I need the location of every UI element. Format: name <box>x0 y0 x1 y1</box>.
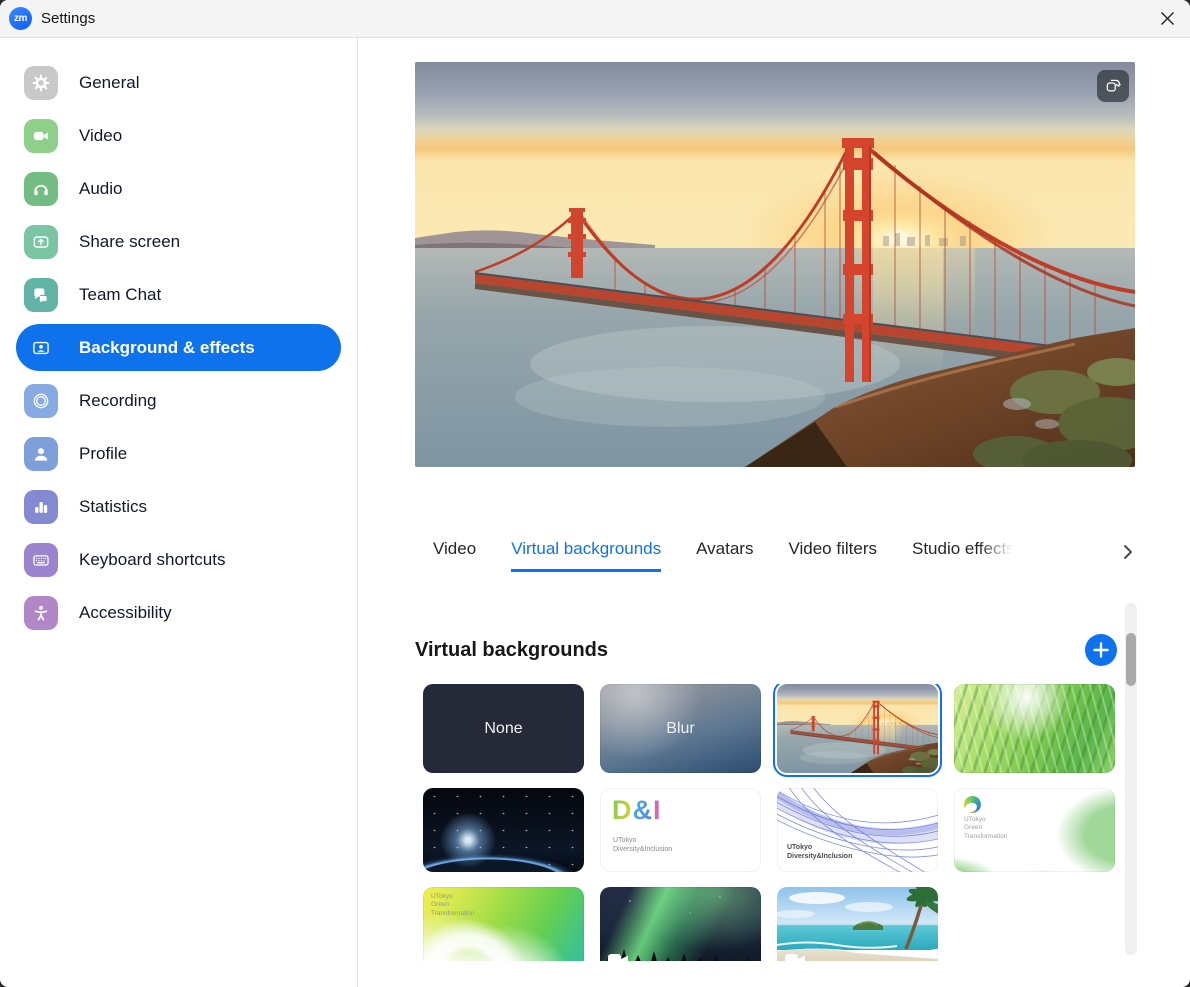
sidebar-item-recording[interactable]: Recording <box>16 377 341 424</box>
sidebar-item-label: Audio <box>79 179 122 199</box>
background-option-aurora[interactable] <box>600 887 761 961</box>
add-background-button[interactable] <box>1085 634 1117 666</box>
video-camera-icon <box>24 119 58 153</box>
sidebar-item-label: Statistics <box>79 497 147 517</box>
tab-video-filters[interactable]: Video filters <box>788 539 877 572</box>
sidebar-item-statistics[interactable]: Statistics <box>16 483 341 530</box>
tab-studio-effects[interactable]: Studio effects <box>912 539 1015 572</box>
video-background-badge-icon <box>785 953 806 961</box>
sidebar-item-label: Team Chat <box>79 285 161 305</box>
record-icon <box>24 384 58 418</box>
thumb-caption: UTokyo Green Transformation <box>964 816 1007 841</box>
sidebar-item-team-chat[interactable]: Team Chat <box>16 271 341 318</box>
backgrounds-scrollbar-thumb[interactable] <box>1126 633 1136 686</box>
thumb-label: None <box>423 684 584 773</box>
background-option-earth-from-space[interactable] <box>423 788 584 872</box>
tabs-overflow-button[interactable] <box>1117 541 1139 563</box>
backgrounds-grid-viewport: None Blur D&I U <box>415 684 1135 961</box>
sidebar-item-label: Keyboard shortcuts <box>79 550 225 570</box>
close-icon <box>1160 11 1175 26</box>
backgrounds-grid: None Blur D&I U <box>423 684 1135 961</box>
golden-gate-bridge-thumbnail <box>777 684 938 773</box>
profile-icon <box>24 437 58 471</box>
settings-sidebar: General Video <box>0 38 358 987</box>
background-option-tropical-beach[interactable] <box>777 887 938 961</box>
background-effects-icon <box>24 331 58 365</box>
sidebar-item-label: Share screen <box>79 232 180 252</box>
sidebar-item-label: Accessibility <box>79 603 172 623</box>
title-bar: zm Settings <box>0 0 1190 38</box>
chevron-right-icon <box>1123 544 1133 560</box>
sidebar-item-share-screen[interactable]: Share screen <box>16 218 341 265</box>
background-option-utokyo-diversity-inclusion-logo[interactable]: D&I UTokyo Diversity&Inclusion <box>600 788 761 872</box>
close-button[interactable] <box>1144 0 1190 37</box>
zoom-logo-icon: zm <box>9 7 32 30</box>
tab-virtual-backgrounds[interactable]: Virtual backgrounds <box>511 539 661 572</box>
tab-video[interactable]: Video <box>433 539 476 572</box>
settings-window: zm Settings <box>0 0 1190 987</box>
camera-preview <box>415 62 1135 467</box>
sidebar-item-video[interactable]: Video <box>16 112 341 159</box>
tab-avatars[interactable]: Avatars <box>696 539 753 572</box>
sidebar-item-keyboard-shortcuts[interactable]: Keyboard shortcuts <box>16 536 341 583</box>
backgrounds-scrollbar-track[interactable] <box>1125 603 1137 955</box>
background-option-utokyo-green-transformation-white[interactable]: UTokyo Green Transformation <box>954 788 1115 872</box>
sidebar-item-audio[interactable]: Audio <box>16 165 341 212</box>
thumb-caption: UTokyo Diversity&Inclusion <box>787 843 852 861</box>
thumb-label: Blur <box>600 684 761 773</box>
virtual-backgrounds-header: Virtual backgrounds <box>415 634 1135 666</box>
plus-icon <box>1093 642 1109 658</box>
headphones-icon <box>24 172 58 206</box>
tree-silhouette <box>600 887 761 961</box>
window-title: Settings <box>41 10 95 27</box>
section-heading: Virtual backgrounds <box>415 639 608 662</box>
background-effects-panel: Video Virtual backgrounds Avatars Video … <box>358 38 1190 987</box>
sidebar-item-accessibility[interactable]: Accessibility <box>16 589 341 636</box>
sidebar-item-label: General <box>79 73 139 93</box>
thumb-caption: UTokyo Green Transformation <box>431 893 474 918</box>
sidebar-item-label: Profile <box>79 444 127 464</box>
background-option-utokyo-green-transformation[interactable]: UTokyo Green Transformation <box>423 887 584 961</box>
sidebar-item-label: Recording <box>79 391 157 411</box>
background-effects-tabs: Video Virtual backgrounds Avatars Video … <box>433 539 1135 572</box>
sidebar-item-profile[interactable]: Profile <box>16 430 341 477</box>
team-chat-icon <box>24 278 58 312</box>
utokyo-gx-logo <box>964 796 981 813</box>
background-option-utokyo-diversity-inclusion-wave[interactable]: UTokyo Diversity&Inclusion <box>777 788 938 872</box>
d-and-i-logo: D&I <box>612 797 662 824</box>
mirror-video-button[interactable] <box>1097 70 1129 102</box>
background-option-green-grass[interactable] <box>954 684 1115 773</box>
statistics-icon <box>24 490 58 524</box>
beach-art <box>777 887 938 961</box>
share-screen-icon <box>24 225 58 259</box>
mirror-flip-icon <box>1104 77 1122 95</box>
gear-icon <box>24 66 58 100</box>
keyboard-icon <box>24 543 58 577</box>
accessibility-icon <box>24 596 58 630</box>
background-option-blur[interactable]: Blur <box>600 684 761 773</box>
sidebar-item-general[interactable]: General <box>16 59 341 106</box>
sidebar-item-label: Background & effects <box>79 338 255 358</box>
background-option-golden-gate-bridge[interactable] <box>777 684 938 773</box>
sidebar-item-label: Video <box>79 126 122 146</box>
thumb-caption: UTokyo Diversity&Inclusion <box>613 836 672 854</box>
background-option-none[interactable]: None <box>423 684 584 773</box>
video-background-badge-icon <box>608 953 629 961</box>
sidebar-item-background-effects[interactable]: Background & effects <box>16 324 341 371</box>
golden-gate-bridge-sunset-image <box>415 62 1135 467</box>
